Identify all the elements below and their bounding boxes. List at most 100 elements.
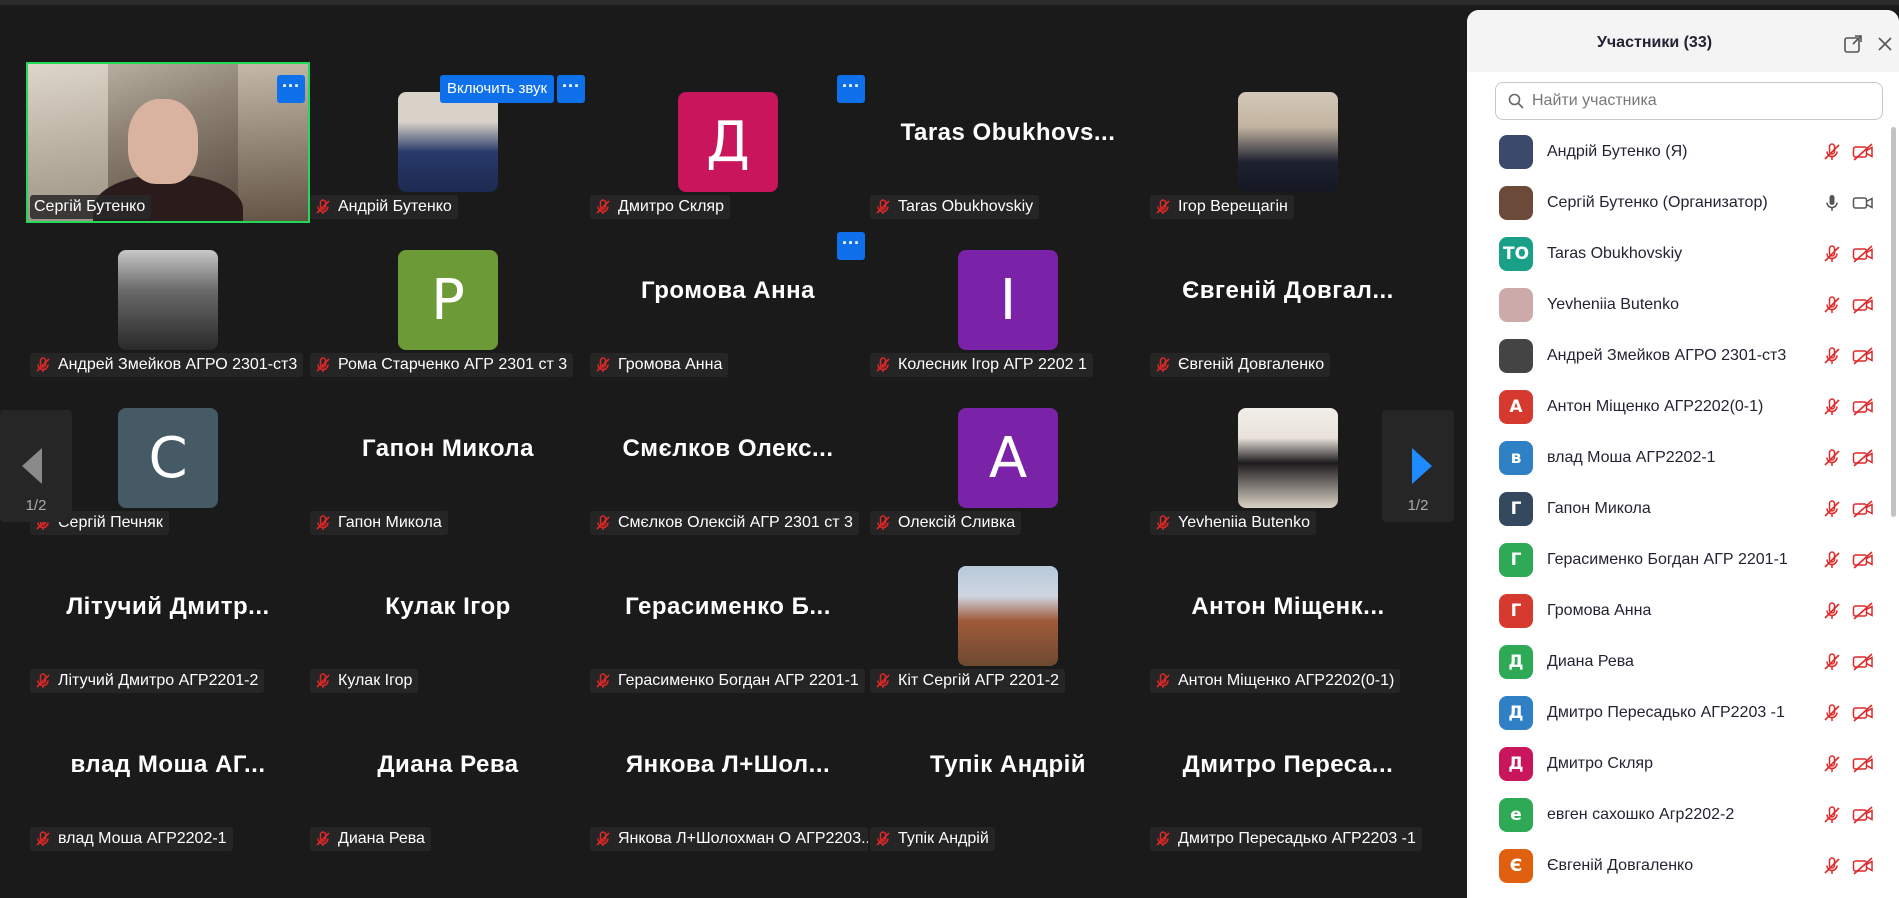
participant-name: влад Моша АГР2202-1 — [58, 830, 227, 847]
participant-row[interactable]: в влад Моша АГР2202-1 — [1467, 433, 1887, 484]
video-tile[interactable]: Ігор Верещагін — [1148, 64, 1428, 221]
mic-muted-icon[interactable] — [1822, 346, 1842, 366]
participant-row[interactable]: Андрей Змейков АГРО 2301-ст3 — [1467, 331, 1887, 382]
avatar-initial: Д — [1508, 754, 1524, 774]
mic-muted-icon[interactable] — [1822, 448, 1842, 468]
participant-row[interactable]: е евген сахошко Агр2202-2 — [1467, 790, 1887, 841]
video-off-icon[interactable] — [1852, 754, 1874, 774]
participant-row[interactable]: Г Гапон Микола — [1467, 484, 1887, 535]
video-off-icon[interactable] — [1852, 142, 1874, 162]
video-tile[interactable]: Диана Рева Диана Рева — [308, 696, 588, 853]
prev-page-button[interactable]: 1/2 — [0, 410, 72, 522]
search-input[interactable] — [1532, 89, 1872, 113]
participant-avatar: Д — [678, 92, 778, 192]
zoom-meeting-window: Сергій Бутенко Андрій Бутенко Д Дмитро Скля… — [0, 0, 1899, 898]
video-off-icon[interactable] — [1852, 856, 1874, 876]
participant-row[interactable]: А Антон Міщенко АГР2202(0-1) — [1467, 382, 1887, 433]
participant-avatar — [1499, 288, 1533, 322]
mic-muted-icon[interactable] — [1822, 499, 1842, 519]
participant-avatar — [1499, 135, 1533, 169]
participant-avatar: в — [1499, 441, 1533, 475]
mic-muted-icon[interactable] — [1822, 244, 1842, 264]
scrollbar[interactable] — [1891, 127, 1896, 517]
close-icon[interactable] — [1875, 34, 1895, 54]
video-off-icon[interactable] — [1852, 346, 1874, 366]
mic-icon[interactable] — [1822, 193, 1842, 213]
mic-muted-icon — [1156, 199, 1170, 214]
participant-row[interactable]: Є Євгеній Довгаленко — [1467, 841, 1887, 892]
participant-row[interactable]: Д Диана Рева — [1467, 637, 1887, 688]
video-tile[interactable]: Андрей Змейков АГРО 2301-ст3 — [28, 222, 308, 379]
video-off-icon[interactable] — [1852, 805, 1874, 825]
video-tile[interactable]: влад Моша АГ... влад Моша АГР2202-1 — [28, 696, 308, 853]
video-tile[interactable]: Кіт Сергій АГР 2201-2 — [868, 538, 1148, 695]
video-off-icon[interactable] — [1852, 295, 1874, 315]
video-tile[interactable]: Громова Анна Громова Анна — [588, 222, 868, 379]
participant-row[interactable]: Сергій Бутенко (Организатор) — [1467, 178, 1887, 229]
video-off-icon[interactable] — [1852, 244, 1874, 264]
participant-row[interactable]: Г Громова Анна — [1467, 586, 1887, 637]
mic-muted-icon — [876, 831, 890, 846]
participant-row[interactable]: Андрій Бутенко (Я) — [1467, 127, 1887, 178]
video-tile[interactable]: Д Дмитро Скляр — [588, 64, 868, 221]
mic-muted-icon[interactable] — [1822, 754, 1842, 774]
mic-muted-icon — [596, 831, 610, 846]
video-off-icon[interactable] — [1852, 652, 1874, 672]
video-tile[interactable]: Сергій Бутенко — [26, 62, 310, 223]
video-off-icon[interactable] — [1852, 397, 1874, 417]
video-tile[interactable]: І Колесник Ігор АГР 2202 1 — [868, 222, 1148, 379]
participant-row[interactable]: Г Герасименко Богдан АГР 2201-1 — [1467, 535, 1887, 586]
more-options-button[interactable]: ··· — [557, 75, 585, 103]
video-tile[interactable]: Р Рома Старченко АГР 2301 ст 3 — [308, 222, 588, 379]
participant-name: Кулак Ігор — [338, 672, 413, 689]
mic-muted-icon — [1156, 515, 1170, 530]
participant-display-name: Антон Міщенк... — [1191, 593, 1385, 620]
mic-muted-icon[interactable] — [1822, 397, 1842, 417]
participant-row[interactable]: Д Дмитро Пересадько АГР2203 -1 — [1467, 688, 1887, 739]
participant-row[interactable]: Д Дмитро Скляр — [1467, 739, 1887, 790]
video-off-icon[interactable] — [1852, 601, 1874, 621]
mic-muted-icon[interactable] — [1822, 601, 1842, 621]
video-tile[interactable]: Дмитро Переса... Дмитро Пересадько АГР220… — [1148, 696, 1428, 853]
video-icon[interactable] — [1852, 193, 1874, 213]
video-tile[interactable]: Євгеній Довгал... Євгеній Довгаленко — [1148, 222, 1428, 379]
mic-muted-icon[interactable] — [1822, 805, 1842, 825]
video-off-icon[interactable] — [1852, 703, 1874, 723]
more-options-button[interactable]: ··· — [277, 75, 305, 103]
video-tile[interactable]: Антон Міщенк... Антон Міщенко АГР2202(0-1… — [1148, 538, 1428, 695]
more-options-button[interactable]: ··· — [837, 75, 865, 103]
video-tile[interactable]: Кулак Ігор Кулак Ігор — [308, 538, 588, 695]
video-tile[interactable]: Літучий Дмитр... Літучий Дмитро АГР2201-2 — [28, 538, 308, 695]
video-tile[interactable]: Гапон Микола Гапон Микола — [308, 380, 588, 537]
video-off-icon[interactable] — [1852, 499, 1874, 519]
participant-name: Рома Старченко АГР 2301 ст 3 — [338, 356, 568, 373]
mic-muted-icon[interactable] — [1822, 703, 1842, 723]
search-box[interactable] — [1495, 82, 1883, 120]
video-tile[interactable]: А Олексій Сливка — [868, 380, 1148, 537]
participant-name: Герасименко Богдан АГР 2201-1 — [1547, 551, 1788, 568]
participant-name: Taras Obukhovskiy — [898, 198, 1034, 215]
video-tile[interactable]: Янкова Л+Шол... Янкова Л+Шолохман О АГР22… — [588, 696, 868, 853]
popout-icon[interactable] — [1843, 34, 1863, 54]
next-page-button[interactable]: 1/2 — [1382, 410, 1454, 522]
participant-row[interactable]: TO Taras Obukhovskiy — [1467, 229, 1887, 280]
video-tile[interactable]: Смєлков Олекс... Смєлков Олексій АГР 2301… — [588, 380, 868, 537]
participant-row[interactable]: Yevheniia Butenko — [1467, 280, 1887, 331]
search-icon — [1508, 93, 1524, 109]
video-tile[interactable]: Тупік Андрій Тупік Андрій — [868, 696, 1148, 853]
mic-muted-icon[interactable] — [1822, 550, 1842, 570]
video-tile[interactable]: Герасименко Б... Герасименко Богдан АГР 2… — [588, 538, 868, 695]
video-tile[interactable]: Taras Obukhovs... Taras Obukhovskiy — [868, 64, 1148, 221]
participant-name-tag: Диана Рева — [310, 827, 431, 851]
video-off-icon[interactable] — [1852, 550, 1874, 570]
more-options-button[interactable]: ··· — [837, 232, 865, 260]
unmute-button[interactable]: Включить звук — [440, 75, 555, 103]
participant-display-name: Taras Obukhovs... — [900, 119, 1116, 146]
mic-muted-icon[interactable] — [1822, 652, 1842, 672]
mic-muted-icon[interactable] — [1822, 295, 1842, 315]
mic-muted-icon — [316, 199, 330, 214]
mic-muted-icon[interactable] — [1822, 142, 1842, 162]
panel-header: Участники (33) — [1467, 10, 1899, 72]
mic-muted-icon[interactable] — [1822, 856, 1842, 876]
video-off-icon[interactable] — [1852, 448, 1874, 468]
